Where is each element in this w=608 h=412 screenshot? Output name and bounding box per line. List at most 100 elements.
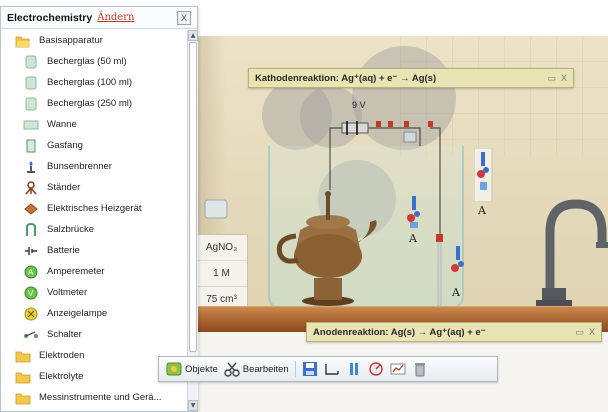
list-item-gas-collector[interactable]: Gasfang [1,135,187,156]
battery-icon [23,243,39,259]
item-label: Becherglas (250 ml) [47,98,133,109]
item-label: Elektrisches Heizgerät [47,203,142,214]
ammeter-probe-icon[interactable] [404,196,424,230]
apparatus-sidebar[interactable]: Electrochemistry Ändern X Basisapparatur… [0,6,198,412]
speed-button[interactable] [365,359,387,379]
trash-icon [412,361,428,377]
probe-label-upper: A [409,232,417,245]
solution-concentration: 1 M [196,261,247,287]
item-label: Anzeigelampe [47,308,108,319]
anode-reaction-panel[interactable]: Anodenreaktion: Ag(s) → Ag⁺(aq) + e⁻ ▭ X [306,322,602,342]
pause-button[interactable] [343,359,365,379]
probe-label-right: A [478,204,486,217]
teapot-object[interactable] [270,186,380,308]
item-label: Wanne [47,119,77,130]
objects-button[interactable]: Objekte [163,359,221,379]
heater-icon [23,201,39,217]
beaker-icon [23,54,39,70]
cathode-reaction-panel[interactable]: Kathodenreaktion: Ag⁺(aq) + e⁻ → Ag(s) ▭… [248,68,574,88]
folder-icon [15,348,31,364]
measure-button[interactable] [321,359,343,379]
folder-icon [15,390,31,406]
scroll-up-icon[interactable]: ▲ [188,30,198,41]
open-folder-icon [15,33,31,49]
close-icon[interactable]: X [177,10,191,25]
minimize-icon[interactable]: ▭ [547,73,556,84]
list-item-lamp[interactable]: Anzeigelampe [1,303,187,324]
switch-icon [23,327,39,343]
ammeter-icon: A [23,264,39,280]
list-item-voltmeter[interactable]: V Voltmeter [1,282,187,303]
folder-label: Elektroden [39,350,85,361]
lower-probe-icon[interactable] [448,246,468,282]
objects-label: Objekte [185,363,218,375]
list-item-stand[interactable]: Ständer [1,177,187,198]
voltmeter-icon: V [23,285,39,301]
list-item-bunsen-burner[interactable]: Bunsenbrenner [1,156,187,177]
solution-formula: AgNO₃ [196,235,247,261]
item-label: Gasfang [47,140,83,151]
graph-icon [390,361,406,377]
svg-text:V: V [28,289,34,298]
graph-button[interactable] [387,359,409,379]
anode-reaction-text: Anodenreaktion: Ag(s) → Ag⁺(aq) + e⁻ [313,326,486,338]
trough-icon [23,117,39,133]
item-label: Salzbrücke [47,224,94,235]
svg-text:A: A [28,268,34,277]
folder-label: Messinstrumente und Gerä... [39,392,162,403]
stand-icon [23,180,39,196]
ruler-icon [324,361,340,377]
scroll-thumb[interactable] [189,42,197,352]
scroll-down-icon[interactable]: ▼ [188,400,198,411]
list-item-switch[interactable]: Schalter [1,324,187,345]
probe-label-middle: A [452,286,460,299]
edit-link[interactable]: Ändern [97,12,134,23]
gauge-icon [368,361,384,377]
edit-label: Bearbeiten [242,363,289,375]
minimize-icon[interactable]: ▭ [575,327,584,338]
list-item-beaker-100[interactable]: Becherglas (100 ml) [1,72,187,93]
edit-button[interactable]: Bearbeiten [221,359,292,379]
item-label: Ständer [47,182,81,193]
list-item-heater[interactable]: Elektrisches Heizgerät [1,198,187,219]
toolbar-separator [294,361,296,377]
list-item-trough[interactable]: Wanne [1,114,187,135]
objects-icon [166,361,182,377]
folder-label: Basisapparatur [39,35,103,46]
item-label: Becherglas (100 ml) [47,77,133,88]
item-label: Batterie [47,245,80,256]
solution-info-card[interactable]: AgNO₃ 1 M 75 cm³ [196,234,248,314]
folder-label: Elektrolyte [39,371,84,382]
beaker-icon [23,75,39,91]
sidebar-title: Electrochemistry [7,11,93,24]
bunsen-burner-icon [23,159,39,175]
list-item-beaker-50[interactable]: Becherglas (50 ml) [1,51,187,72]
salt-bridge-icon [23,222,39,238]
cathode-reaction-text: Kathodenreaktion: Ag⁺(aq) + e⁻ → Ag(s) [255,72,437,84]
close-icon[interactable]: X [589,327,595,337]
folder-measuring[interactable]: Messinstrumente und Gerä... [1,387,187,408]
bottom-toolbar: Objekte Bearbeiten [158,356,498,382]
list-item-battery[interactable]: Batterie [1,240,187,261]
item-label: Becherglas (50 ml) [47,56,127,67]
list-item-ammeter[interactable]: A Amperemeter [1,261,187,282]
sidebar-scrollbar[interactable]: ▲ ▼ [187,30,198,411]
trash-button[interactable] [409,359,431,379]
right-probe-icon[interactable] [474,148,494,202]
list-item-salt-bridge[interactable]: Salzbrücke [1,219,187,240]
sidebar-list: Basisapparatur Becherglas (50 ml) Becher… [1,30,187,411]
close-icon[interactable]: X [561,73,567,83]
item-label: Schalter [47,329,82,340]
beaker-object[interactable] [204,198,230,220]
item-label: Amperemeter [47,266,105,277]
list-item-beaker-250[interactable]: Becherglas (250 ml) [1,93,187,114]
scissors-icon [224,361,240,377]
lamp-icon [23,306,39,322]
folder-apparatus[interactable]: Basisapparatur [1,30,187,51]
battery-voltage-label: 9 V [352,100,366,110]
sidebar-header: Electrochemistry Ändern X [1,7,197,29]
item-label: Voltmeter [47,287,88,298]
item-label: Bunsenbrenner [47,161,112,172]
gas-collector-icon [23,138,39,154]
save-button[interactable] [299,359,321,379]
